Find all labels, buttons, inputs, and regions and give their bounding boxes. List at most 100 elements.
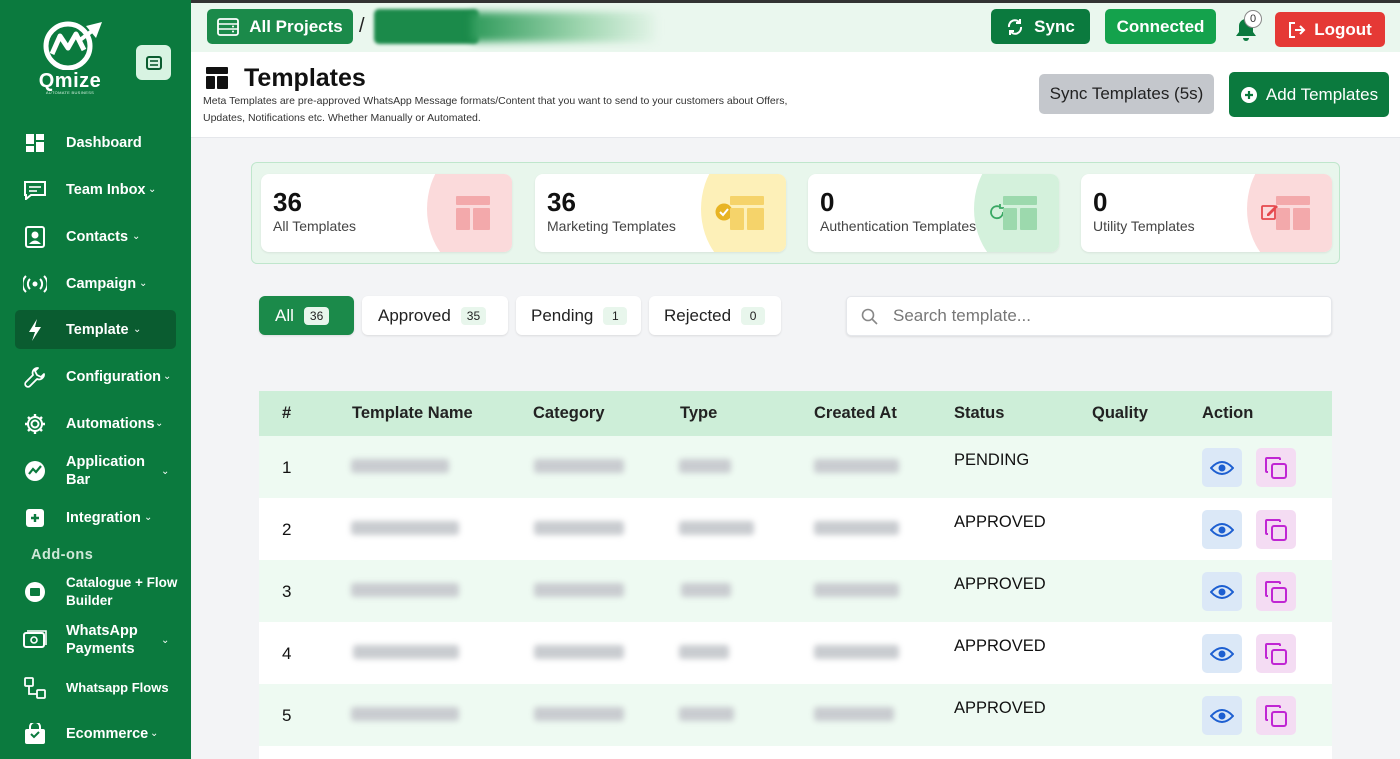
- column-header-template-name[interactable]: Template Name: [352, 404, 473, 423]
- copy-button[interactable]: [1256, 510, 1296, 549]
- view-button[interactable]: [1202, 572, 1242, 611]
- sidebar-item-whatsapp-flows[interactable]: Whatsapp Flows: [15, 668, 176, 707]
- eye-icon: [1210, 522, 1234, 537]
- category-redacted: [534, 583, 624, 597]
- filter-tab-pending[interactable]: Pending 1: [516, 296, 641, 335]
- chevron-down-icon: ⌄: [150, 728, 159, 739]
- copy-button[interactable]: [1256, 448, 1296, 487]
- wrench-icon: [23, 365, 47, 389]
- sidebar-item-label: WhatsApp Payments: [66, 623, 138, 657]
- hamburger-icon: [145, 55, 162, 70]
- column-header-category[interactable]: Category: [533, 404, 605, 423]
- connected-status-button[interactable]: Connected: [1105, 9, 1216, 44]
- column-header-status[interactable]: Status: [954, 404, 1004, 423]
- all-projects-button[interactable]: All Projects: [207, 9, 353, 44]
- column-header-type[interactable]: Type: [680, 404, 717, 423]
- copy-icon: [1265, 642, 1287, 665]
- status-badge: APPROVED: [954, 637, 1046, 655]
- type-redacted: [681, 583, 731, 597]
- filter-tab-all[interactable]: All 36: [259, 296, 354, 335]
- sidebar-item-label: Catalogue + Flow Builder: [66, 575, 178, 608]
- status-badge: PENDING: [954, 451, 1030, 469]
- category-redacted: [534, 521, 624, 535]
- stat-count: 36: [273, 187, 302, 217]
- add-templates-button[interactable]: Add Templates: [1229, 72, 1389, 117]
- category-redacted: [534, 459, 624, 473]
- stat-card-utility[interactable]: 0 Utility Templates: [1081, 174, 1332, 252]
- column-header-quality[interactable]: Quality: [1092, 404, 1148, 423]
- search-input[interactable]: [893, 297, 1313, 335]
- templates-table: # Template Name Category Type Created At…: [259, 391, 1332, 759]
- filter-count: 35: [460, 306, 487, 325]
- sidebar-item-whatsapp-payments[interactable]: WhatsApp Payments ⌄: [15, 618, 176, 662]
- table-row[interactable]: 1 PENDING: [259, 436, 1332, 498]
- stat-card-marketing[interactable]: 36 Marketing Templates: [535, 174, 786, 252]
- view-button[interactable]: [1202, 448, 1242, 487]
- sync-button[interactable]: Sync: [991, 9, 1090, 44]
- chevron-down-icon: ⌄: [161, 465, 170, 477]
- ecommerce-icon: [23, 722, 47, 746]
- view-button[interactable]: [1202, 510, 1242, 549]
- table-row[interactable]: 5 APPROVED: [259, 684, 1332, 746]
- chevron-down-icon: ⌄: [148, 184, 157, 195]
- sync-templates-button[interactable]: Sync Templates (5s): [1039, 74, 1214, 114]
- stat-card-authentication[interactable]: 0 Authentication Templates: [808, 174, 1059, 252]
- table-row: [259, 746, 1332, 759]
- created-at-redacted: [814, 459, 899, 473]
- page-description: Meta Templates are pre-approved WhatsApp…: [203, 95, 788, 124]
- stat-count: 36: [547, 187, 576, 217]
- sidebar-item-ecommerce[interactable]: Ecommerce ⌄: [15, 714, 176, 753]
- sync-label: Sync: [1034, 16, 1075, 36]
- brand-logo[interactable]: Qmize AUTOMATE BUSINESS: [34, 20, 106, 98]
- chevron-down-icon: ⌄: [161, 634, 170, 646]
- column-header-action: Action: [1202, 404, 1254, 422]
- copy-button[interactable]: [1256, 696, 1296, 735]
- status-badge: APPROVED: [954, 575, 1046, 593]
- table-row[interactable]: 2 APPROVED: [259, 498, 1332, 560]
- view-button[interactable]: [1202, 634, 1242, 673]
- project-selector-button[interactable]: [374, 9, 479, 44]
- sidebar-item-automations[interactable]: Automations ⌄: [15, 404, 176, 443]
- sidebar-item-label: Ecommerce: [66, 725, 149, 742]
- stat-label: Utility Templates: [1093, 218, 1195, 234]
- logout-button[interactable]: Logout: [1275, 12, 1385, 47]
- filter-label: Pending: [531, 305, 594, 325]
- sidebar-item-catalogue[interactable]: Catalogue + Flow Builder: [15, 570, 177, 614]
- sidebar-item-contacts[interactable]: Contacts ⌄: [15, 217, 176, 256]
- eye-icon: [1210, 646, 1234, 661]
- template-icon: [1003, 196, 1037, 230]
- breadcrumb-separator: /: [359, 15, 365, 37]
- filter-count: 36: [303, 306, 330, 325]
- sidebar-item-campaign[interactable]: Campaign ⌄: [15, 264, 176, 303]
- page-title: Templates: [244, 64, 366, 92]
- sidebar-item-configuration[interactable]: Configuration ⌄: [15, 357, 176, 396]
- filter-label: Rejected: [664, 305, 732, 325]
- sidebar-item-label: Configuration: [66, 368, 162, 385]
- sidebar-item-team-inbox[interactable]: Team Inbox ⌄: [15, 170, 176, 209]
- copy-button[interactable]: [1256, 572, 1296, 611]
- sidebar-item-label: Contacts: [66, 228, 129, 245]
- chevron-down-icon: ⌄: [133, 324, 142, 335]
- sidebar-item-integration[interactable]: Integration ⌄: [15, 498, 176, 537]
- row-number: 2: [282, 520, 292, 539]
- eye-icon: [1210, 460, 1234, 475]
- filter-label: Approved: [378, 305, 451, 325]
- column-header-created-at[interactable]: Created At: [814, 404, 897, 423]
- filter-label: All: [275, 305, 294, 325]
- integration-icon: [23, 506, 47, 530]
- copy-icon: [1265, 580, 1287, 603]
- all-projects-label: All Projects: [249, 16, 343, 36]
- copy-icon: [1265, 518, 1287, 541]
- stat-label: All Templates: [273, 218, 357, 234]
- view-button[interactable]: [1202, 696, 1242, 735]
- copy-button[interactable]: [1256, 634, 1296, 673]
- sidebar-item-application-bar[interactable]: Application Bar ⌄: [15, 449, 176, 493]
- menu-toggle-button[interactable]: [136, 45, 171, 80]
- sidebar-item-template[interactable]: Template ⌄: [15, 310, 176, 349]
- filter-tab-approved[interactable]: Approved 35: [362, 296, 508, 335]
- table-row[interactable]: 4 APPROVED: [259, 622, 1332, 684]
- sidebar-item-dashboard[interactable]: Dashboard: [15, 123, 176, 162]
- table-row[interactable]: 3 APPROVED: [259, 560, 1332, 622]
- stat-card-all[interactable]: 36 All Templates: [261, 174, 512, 252]
- filter-tab-rejected[interactable]: Rejected 0: [649, 296, 781, 335]
